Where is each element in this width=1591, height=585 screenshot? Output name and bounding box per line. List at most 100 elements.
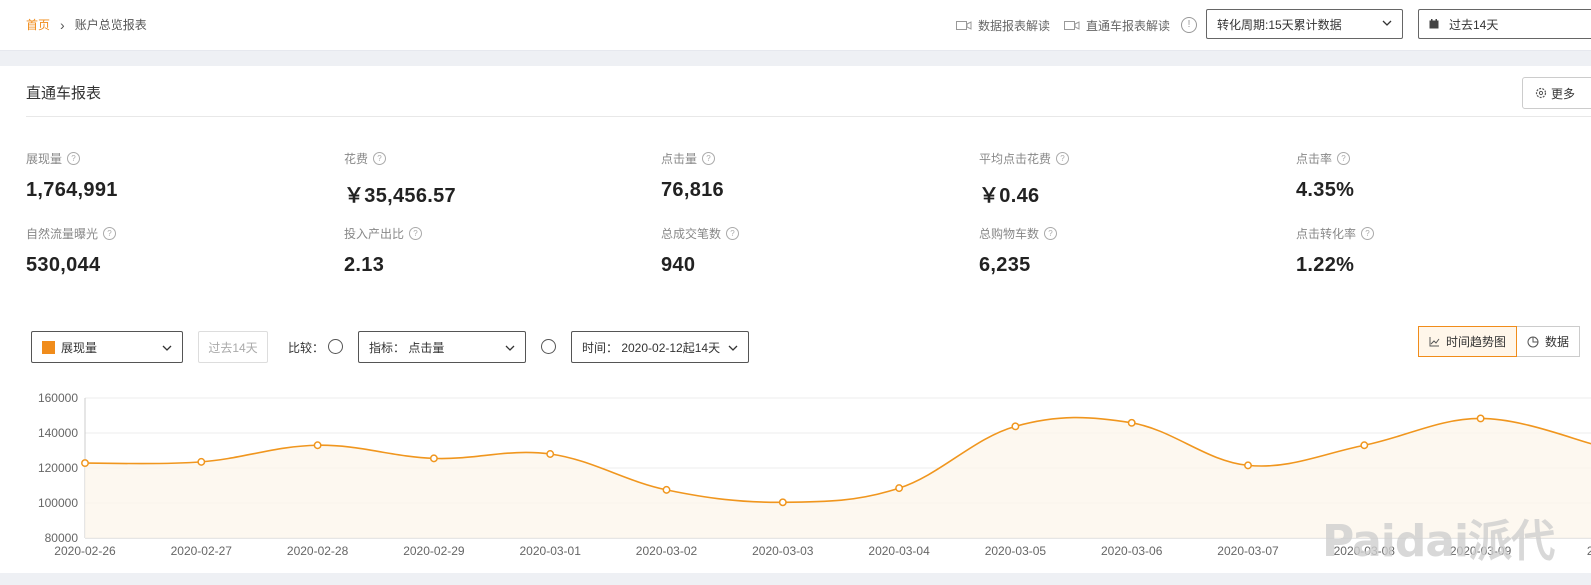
data-point[interactable] [1360, 441, 1369, 450]
view-trend-label: 时间趋势图 [1446, 335, 1507, 349]
data-point[interactable] [81, 459, 89, 468]
data-point[interactable] [313, 441, 322, 450]
metric-value: 76,816 [661, 179, 724, 201]
past-14-days-label: 过去14天 [208, 340, 258, 355]
data-point[interactable] [546, 450, 555, 458]
data-point[interactable] [662, 485, 671, 494]
video-icon [1064, 21, 1080, 30]
chart-view-toggle: 时间趋势图 数据 [1418, 326, 1581, 357]
x-tick-label: 2020-02-27 [171, 544, 233, 558]
calendar-icon [1429, 19, 1439, 29]
help-icon[interactable]: ? [702, 152, 716, 165]
help-icon[interactable]: ? [726, 227, 740, 240]
data-point[interactable] [778, 498, 787, 507]
metric-label: 点击转化率 [1296, 227, 1357, 241]
help-icon[interactable]: ? [1361, 227, 1375, 240]
metric-label: 投入产出比 [344, 227, 405, 241]
y-tick-label: 140000 [38, 426, 78, 440]
date-range-select[interactable]: 过去14天 [1418, 9, 1591, 39]
x-tick-label: 2020-02-29 [403, 544, 465, 558]
series-color-swatch [42, 340, 55, 354]
time-select[interactable]: 时间： 2020-02-12起14天 [571, 331, 749, 363]
chart-metric-select[interactable]: 展现量 [31, 331, 183, 363]
date-range-value: 过去14天 [1449, 17, 1499, 32]
data-point[interactable] [1476, 414, 1485, 423]
video-icon [956, 21, 972, 30]
line-chart-icon [1429, 337, 1440, 347]
help-icon[interactable]: ? [1044, 227, 1058, 240]
metric-impressions: 展现量? 1,764,991 [26, 150, 326, 202]
metric-value: 6,235 [979, 254, 1031, 276]
metric-total-carts: 总购物车数? 6,235 [979, 225, 1279, 277]
data-point[interactable] [429, 454, 438, 463]
help-icon[interactable]: ? [1056, 152, 1070, 165]
pie-chart-icon [1527, 336, 1539, 347]
chevron-down-icon [728, 345, 738, 351]
view-trend-tab[interactable]: 时间趋势图 [1418, 326, 1518, 357]
chevron-down-icon [162, 345, 172, 351]
indicator-select[interactable]: 指标： 点击量 [358, 331, 526, 363]
breadcrumb: 首页 › 账户总览报表 [26, 16, 147, 33]
data-point[interactable] [1011, 422, 1020, 431]
watermark-logo: Paidai派代 [1322, 516, 1555, 567]
past-14-days-button[interactable]: 过去14天 [198, 331, 268, 363]
y-tick-label: 100000 [38, 496, 78, 510]
metric-value: 940 [661, 254, 696, 276]
metric-value: 1.22% [1296, 254, 1355, 276]
data-point[interactable] [895, 484, 904, 493]
chevron-down-icon [505, 345, 515, 351]
metric-clicks: 点击量? 76,816 [661, 150, 961, 202]
metric-label: 展现量 [26, 152, 63, 166]
panel-title: 直通车报表 [26, 85, 102, 102]
data-point[interactable] [197, 457, 206, 466]
metric-label: 点击率 [1296, 152, 1333, 166]
help-icon[interactable]: ? [103, 227, 117, 240]
x-tick-label: 2020-03-07 [1217, 544, 1279, 558]
metric-label: 自然流量曝光 [26, 227, 99, 241]
data-point[interactable] [1244, 461, 1252, 470]
data-report-guide-label: 数据报表解读 [978, 19, 1051, 33]
x-tick-label: 2020-03-01 [520, 544, 582, 558]
compare-radio[interactable] [328, 339, 343, 354]
ztc-report-guide-link[interactable]: 直通车报表解读 [1064, 17, 1170, 34]
y-tick-label: 120000 [38, 461, 78, 475]
metric-conversion-rate: 点击转化率? 1.22% [1296, 225, 1591, 277]
metric-value: 530,044 [26, 254, 101, 276]
more-settings-button[interactable]: 更多 [1522, 77, 1591, 109]
chart-metric-value: 展现量 [61, 340, 98, 355]
x-tick-label: 2020-03-03 [752, 544, 814, 558]
x-tick-label: 2020-02-28 [287, 544, 349, 558]
metric-label: 平均点击花费 [979, 152, 1052, 166]
x-tick-label: 202 [1587, 544, 1591, 558]
help-icon[interactable]: ? [1337, 152, 1351, 165]
x-tick-label: 2020-03-06 [1101, 544, 1163, 558]
view-data-tab[interactable]: 数据 [1517, 326, 1581, 357]
indicator-value: 指标： 点击量 [369, 340, 445, 355]
conversion-period-select[interactable]: 转化周期:15天累计数据 [1206, 9, 1403, 39]
view-data-label: 数据 [1545, 335, 1570, 349]
data-point[interactable] [1127, 418, 1136, 427]
more-settings-label: 更多 [1551, 86, 1576, 101]
x-tick-label: 2020-02-26 [54, 544, 116, 558]
help-icon[interactable]: ? [373, 152, 387, 165]
x-tick-label: 2020-03-05 [985, 544, 1047, 558]
time-select-value: 时间： 2020-02-12起14天 [582, 340, 721, 355]
help-icon[interactable]: ? [67, 152, 81, 165]
metric-organic-exposure: 自然流量曝光? 530,044 [26, 225, 326, 277]
data-report-guide-link[interactable]: 数据报表解读 [956, 17, 1050, 34]
info-icon[interactable]: ! [1181, 17, 1197, 33]
metric-value: 4.35% [1296, 179, 1355, 201]
breadcrumb-home-link[interactable]: 首页 [26, 16, 50, 33]
time-compare-radio[interactable] [541, 339, 556, 354]
metric-value: ￥0.46 [979, 185, 1040, 207]
metric-total-orders: 总成交笔数? 940 [661, 225, 961, 277]
help-icon[interactable]: ? [409, 227, 423, 240]
top-bar: 首页 › 账户总览报表 数据报表解读 直通车报表解读 ! 转化周期:15天累计数… [0, 0, 1591, 51]
compare-label: 比较： [288, 340, 325, 355]
x-tick-label: 2020-03-02 [636, 544, 698, 558]
metric-value: ￥35,456.57 [344, 185, 456, 207]
metric-roi: 投入产出比? 2.13 [344, 225, 644, 277]
y-tick-label: 160000 [38, 391, 78, 405]
metric-label: 总购物车数 [979, 227, 1040, 241]
divider [26, 116, 1591, 117]
